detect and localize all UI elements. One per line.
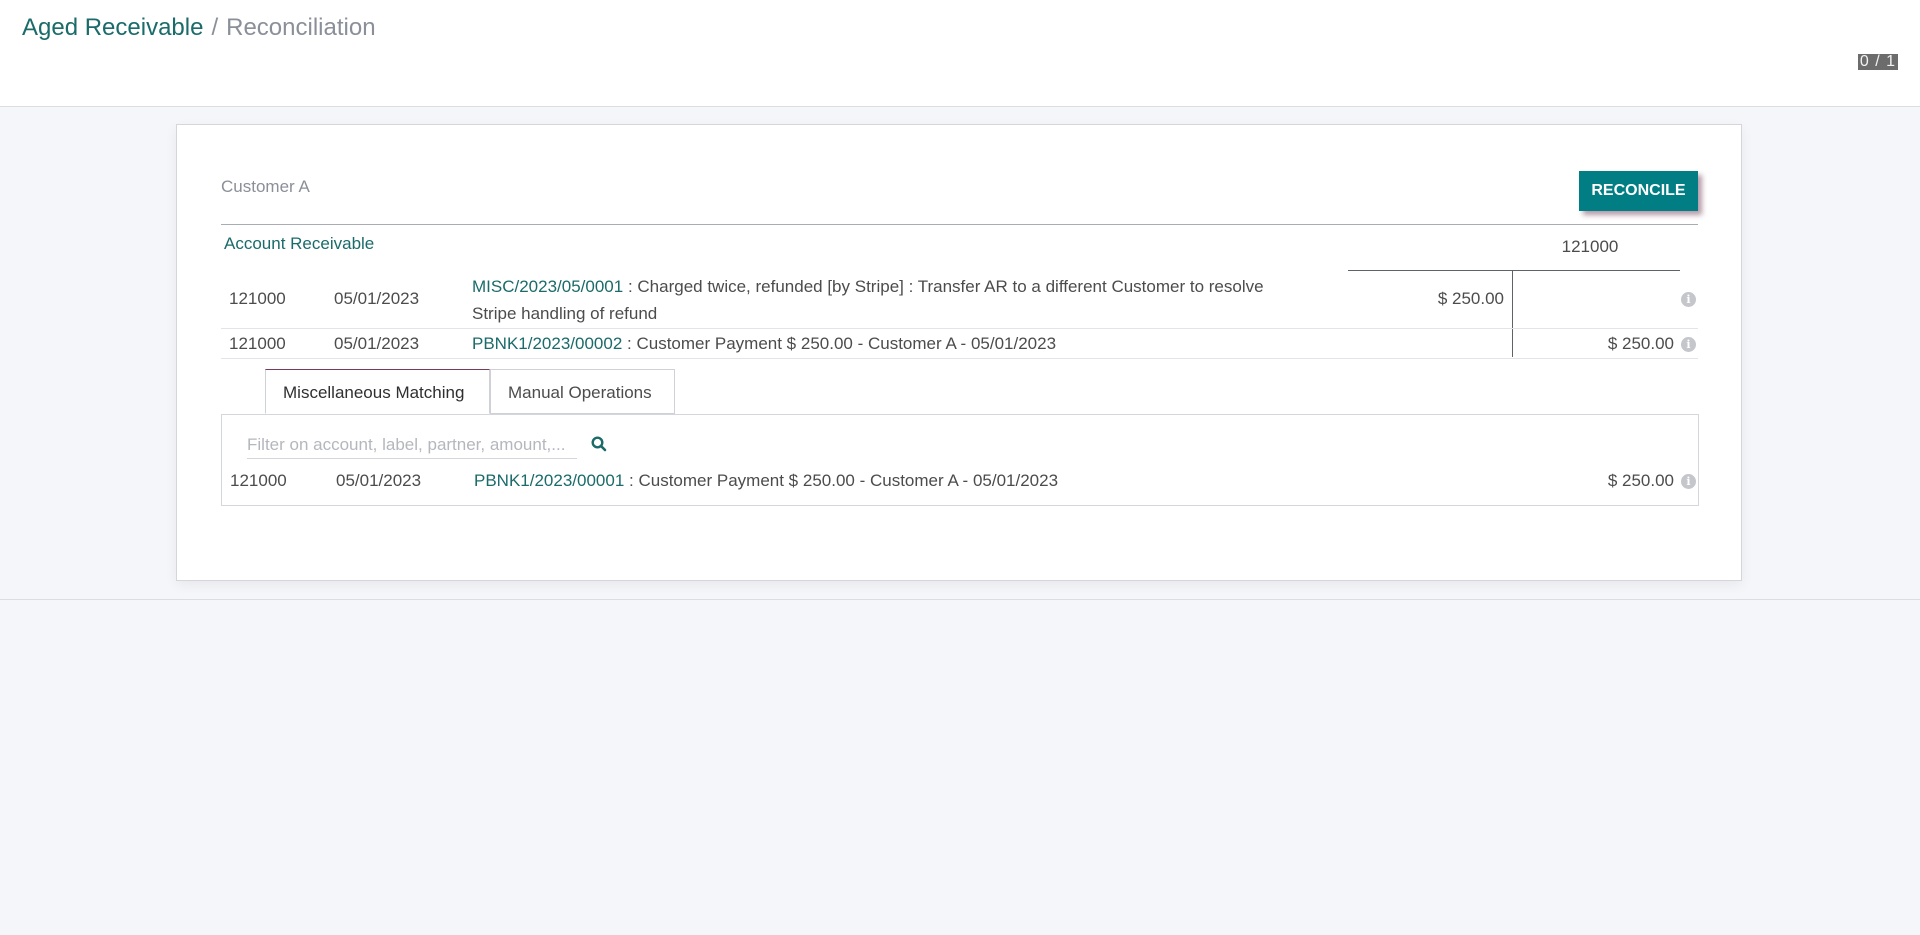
- breadcrumb-current: Reconciliation: [226, 14, 376, 41]
- t-account-horizontal-rule: [1348, 270, 1680, 271]
- match-date: 05/01/2023: [336, 471, 422, 490]
- line-debit: $ 250.00: [1437, 289, 1504, 308]
- matching-row[interactable]: 121000 05/01/2023 PBNK1/2023/00001 : Cus…: [222, 471, 1698, 497]
- reconciliation-card: Customer A RECONCILE Account Receivable …: [176, 124, 1742, 581]
- filter-input[interactable]: [247, 432, 577, 459]
- partner-name: Customer A: [221, 177, 310, 196]
- matching-panel: 121000 05/01/2023 PBNK1/2023/00001 : Cus…: [221, 414, 1699, 506]
- account-code-header: 121000: [1561, 237, 1619, 256]
- match-description: : Customer Payment $ 250.00 - Customer A…: [624, 471, 1059, 490]
- match-amount: $ 250.00: [1607, 471, 1674, 490]
- info-icon[interactable]: i: [1681, 474, 1696, 489]
- move-line-row[interactable]: 121000 05/01/2023 PBNK1/2023/00002 : Cus…: [221, 330, 1698, 358]
- breadcrumb-separator: /: [211, 14, 219, 41]
- match-ref-link[interactable]: PBNK1/2023/00001: [474, 471, 624, 490]
- line-account: 121000: [229, 334, 286, 353]
- tab-manual-operations[interactable]: Manual Operations: [490, 369, 675, 414]
- header-divider: [221, 224, 1698, 225]
- line-ref-link[interactable]: PBNK1/2023/00002: [472, 334, 622, 353]
- row-divider: [221, 358, 1698, 359]
- match-label: PBNK1/2023/00001 : Customer Payment $ 25…: [474, 471, 1058, 491]
- tab-miscellaneous-matching[interactable]: Miscellaneous Matching: [265, 369, 490, 414]
- line-label: MISC/2023/05/0001 : Charged twice, refun…: [472, 273, 1312, 327]
- line-date: 05/01/2023: [334, 289, 420, 308]
- line-description: : Customer Payment $ 250.00 - Customer A…: [622, 334, 1057, 353]
- breadcrumb-aged-receivable-link[interactable]: Aged Receivable: [22, 14, 203, 41]
- info-icon[interactable]: i: [1681, 337, 1696, 352]
- reconcile-button[interactable]: RECONCILE: [1579, 171, 1698, 211]
- control-panel: Aged Receivable / Reconciliation 0 / 1: [0, 0, 1920, 107]
- line-credit: $ 250.00: [1607, 334, 1674, 353]
- breadcrumb: Aged Receivable / Reconciliation: [22, 13, 376, 43]
- line-ref-link[interactable]: MISC/2023/05/0001: [472, 277, 623, 296]
- search-icon[interactable]: [590, 435, 608, 453]
- line-label: PBNK1/2023/00002 : Customer Payment $ 25…: [472, 332, 1312, 356]
- move-line-row[interactable]: 121000 05/01/2023 MISC/2023/05/0001 : Ch…: [221, 273, 1698, 328]
- account-title: Account Receivable: [224, 234, 375, 253]
- info-icon[interactable]: i: [1681, 292, 1696, 307]
- line-account: 121000: [229, 289, 286, 308]
- match-account: 121000: [230, 471, 287, 490]
- row-divider: [221, 328, 1698, 329]
- line-date: 05/01/2023: [334, 334, 420, 353]
- pager-value[interactable]: 0 / 1: [1857, 54, 1898, 70]
